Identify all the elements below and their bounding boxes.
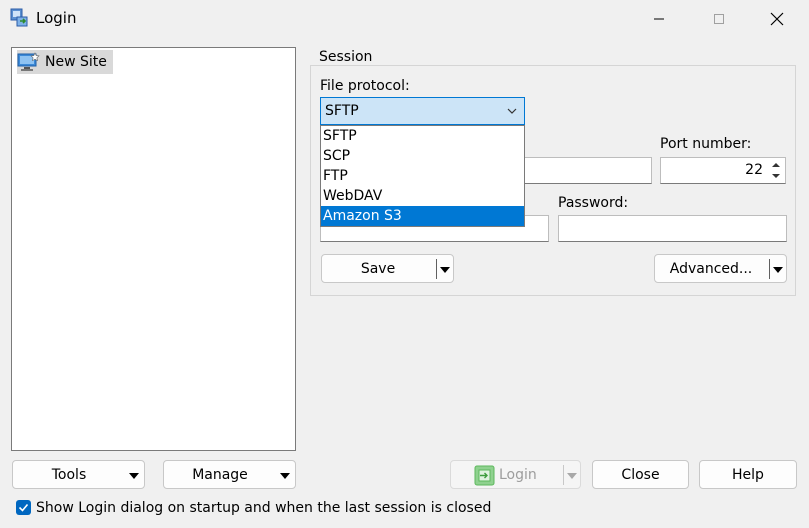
tree-item-new-site[interactable]: New Site xyxy=(17,50,113,74)
file-protocol-dropdown[interactable]: SFTP SCP FTP WebDAV Amazon S3 xyxy=(320,125,525,227)
split-separator xyxy=(769,259,770,279)
split-separator xyxy=(563,465,564,485)
protocol-option-sftp[interactable]: SFTP xyxy=(321,126,524,146)
help-button[interactable]: Help xyxy=(699,460,797,489)
dropdown-arrow-icon xyxy=(280,473,290,479)
session-legend: Session xyxy=(316,49,376,65)
split-separator xyxy=(436,259,437,279)
show-login-checkbox[interactable] xyxy=(16,500,31,515)
checkmark-icon xyxy=(18,503,29,512)
login-button[interactable]: Login xyxy=(450,460,581,489)
close-window-button[interactable] xyxy=(754,0,800,38)
spin-arrows-icon[interactable] xyxy=(768,159,784,182)
dropdown-arrow-icon[interactable] xyxy=(772,265,784,275)
title-bar: Login xyxy=(0,0,809,38)
file-protocol-value: SFTP xyxy=(325,103,359,119)
maximize-button[interactable] xyxy=(696,0,742,38)
file-protocol-label: File protocol: xyxy=(320,78,410,94)
manage-button[interactable]: Manage xyxy=(163,460,296,489)
port-number-stepper[interactable]: 22 xyxy=(660,157,786,184)
minimize-icon xyxy=(654,18,664,20)
tools-button[interactable]: Tools xyxy=(12,460,145,489)
close-label: Close xyxy=(621,466,660,483)
minimize-button[interactable] xyxy=(636,0,682,38)
protocol-option-amazon-s3[interactable]: Amazon S3 xyxy=(321,206,524,226)
port-number-value: 22 xyxy=(745,162,763,178)
password-label: Password: xyxy=(558,195,629,211)
manage-label: Manage xyxy=(192,466,248,483)
help-label: Help xyxy=(732,466,764,483)
port-number-label: Port number: xyxy=(660,136,752,152)
tools-label: Tools xyxy=(51,466,87,483)
new-site-icon xyxy=(17,52,40,71)
site-tree[interactable]: New Site xyxy=(11,47,296,451)
save-button[interactable]: Save xyxy=(321,254,454,283)
dropdown-arrow-icon[interactable] xyxy=(566,471,578,481)
maximize-icon xyxy=(714,14,724,24)
app-icon xyxy=(9,7,31,29)
protocol-option-ftp[interactable]: FTP xyxy=(321,166,524,186)
tree-item-label: New Site xyxy=(45,54,107,70)
save-label: Save xyxy=(360,260,396,277)
protocol-option-webdav[interactable]: WebDAV xyxy=(321,186,524,206)
dropdown-arrow-icon xyxy=(129,473,139,479)
dropdown-arrow-icon[interactable] xyxy=(439,265,451,275)
window-title: Login xyxy=(36,9,77,27)
password-input[interactable] xyxy=(558,215,787,242)
protocol-option-scp[interactable]: SCP xyxy=(321,146,524,166)
close-button[interactable]: Close xyxy=(592,460,689,489)
show-login-label[interactable]: Show Login dialog on startup and when th… xyxy=(36,500,491,516)
login-label: Login xyxy=(499,466,537,483)
login-icon xyxy=(474,465,495,486)
advanced-button[interactable]: Advanced... xyxy=(654,254,787,283)
close-icon xyxy=(770,12,784,26)
advanced-label: Advanced... xyxy=(669,260,753,277)
file-protocol-select[interactable]: SFTP xyxy=(320,97,525,125)
chevron-down-icon xyxy=(507,108,517,114)
